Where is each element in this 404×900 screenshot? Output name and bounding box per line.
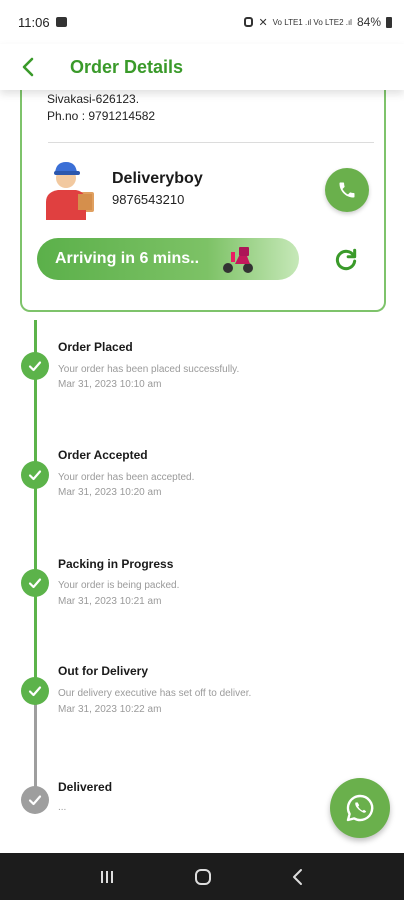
address-line: Sivakasi-626123. — [47, 92, 140, 106]
scooter-icon — [223, 247, 253, 273]
back-nav-icon[interactable] — [291, 868, 305, 886]
page-title: Order Details — [70, 56, 184, 77]
status-bar: 11:06 ✕ Vo LTE1 .ıl Vo LTE2 .ıl 84% — [0, 0, 404, 44]
mute-icon: ✕ — [258, 16, 268, 29]
alarm-icon — [244, 17, 254, 27]
step-time: Mar 31, 2023 10:21 am — [58, 596, 162, 607]
system-nav-bar — [0, 853, 404, 900]
check-icon — [21, 461, 49, 489]
phone-icon — [339, 182, 355, 198]
step-title: Packing in Progress — [58, 557, 174, 571]
whatsapp-button[interactable] — [330, 778, 390, 838]
step-description: Your order has been placed successfully. — [58, 364, 240, 375]
delivery-boy-avatar — [46, 162, 94, 220]
check-icon — [21, 569, 49, 597]
network-indicator: Vo LTE1 .ıl Vo LTE2 .ıl — [272, 17, 352, 27]
call-button[interactable] — [325, 168, 369, 212]
delivery-person-name: Deliveryboy — [112, 170, 203, 187]
step-time: Mar 31, 2023 10:22 am — [58, 704, 162, 715]
eta-text: Arriving in 6 mins.. — [55, 250, 200, 267]
step-description: Our delivery executive has set off to de… — [58, 688, 252, 699]
battery-icon — [386, 16, 392, 28]
step-description: Your order is being packed. — [58, 580, 180, 591]
battery-level: 84% — [356, 15, 381, 29]
delivery-person-phone: 9876543210 — [112, 192, 185, 207]
step-description: ... — [58, 802, 67, 813]
refresh-icon — [335, 248, 357, 271]
timeline-line-pending — [34, 690, 37, 800]
chevron-left-icon — [22, 57, 34, 77]
step-title: Order Accepted — [58, 448, 148, 462]
step-title: Delivered — [58, 780, 113, 794]
step-time: Mar 31, 2023 10:10 am — [58, 379, 162, 390]
status-time: 11:06 — [18, 14, 50, 30]
refresh-button[interactable] — [332, 246, 360, 274]
check-icon — [21, 677, 49, 705]
check-icon — [21, 352, 49, 380]
address-phone: Ph.no : 9791214582 — [47, 109, 156, 123]
back-button[interactable] — [0, 44, 56, 90]
card-divider — [48, 142, 374, 143]
step-description: Your order has been accepted. — [58, 472, 195, 483]
whatsapp-icon — [346, 794, 374, 822]
step-title: Out for Delivery — [58, 664, 149, 678]
step-time: Mar 31, 2023 10:20 am — [58, 487, 162, 498]
home-icon[interactable] — [194, 868, 212, 886]
recent-apps-icon[interactable] — [99, 869, 115, 885]
app-bar: Order Details — [0, 44, 404, 90]
eta-banner: Arriving in 6 mins.. — [37, 238, 299, 280]
step-title: Order Placed — [58, 340, 133, 354]
gallery-notification-icon — [55, 17, 67, 27]
check-icon — [21, 786, 49, 814]
